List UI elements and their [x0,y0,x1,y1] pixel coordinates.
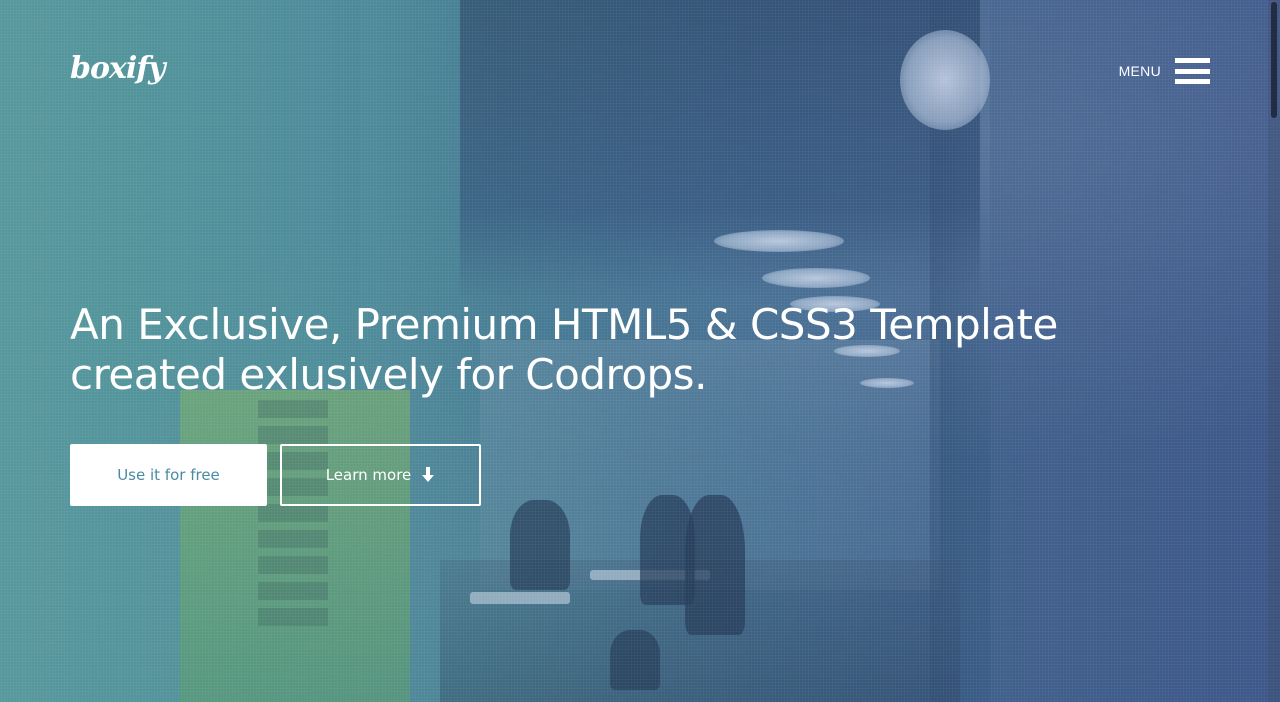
use-it-for-free-label: Use it for free [117,466,220,484]
hamburger-icon[interactable] [1175,58,1210,84]
site-logo[interactable]: boxify [70,54,166,84]
menu-toggle[interactable]: MENU [1119,58,1210,84]
hero-section: boxify MENU An Exclusive, Premium HTML5 … [0,0,1280,702]
hero-headline: An Exclusive, Premium HTML5 & CSS3 Templ… [70,300,1058,399]
learn-more-label: Learn more [325,466,412,484]
scrollbar-thumb[interactable] [1271,2,1277,118]
arrow-down-icon [421,467,435,483]
menu-label[interactable]: MENU [1119,63,1161,79]
learn-more-button[interactable]: Learn more [280,444,481,506]
use-it-for-free-button[interactable]: Use it for free [70,444,267,506]
vertical-scrollbar[interactable] [1268,0,1280,702]
